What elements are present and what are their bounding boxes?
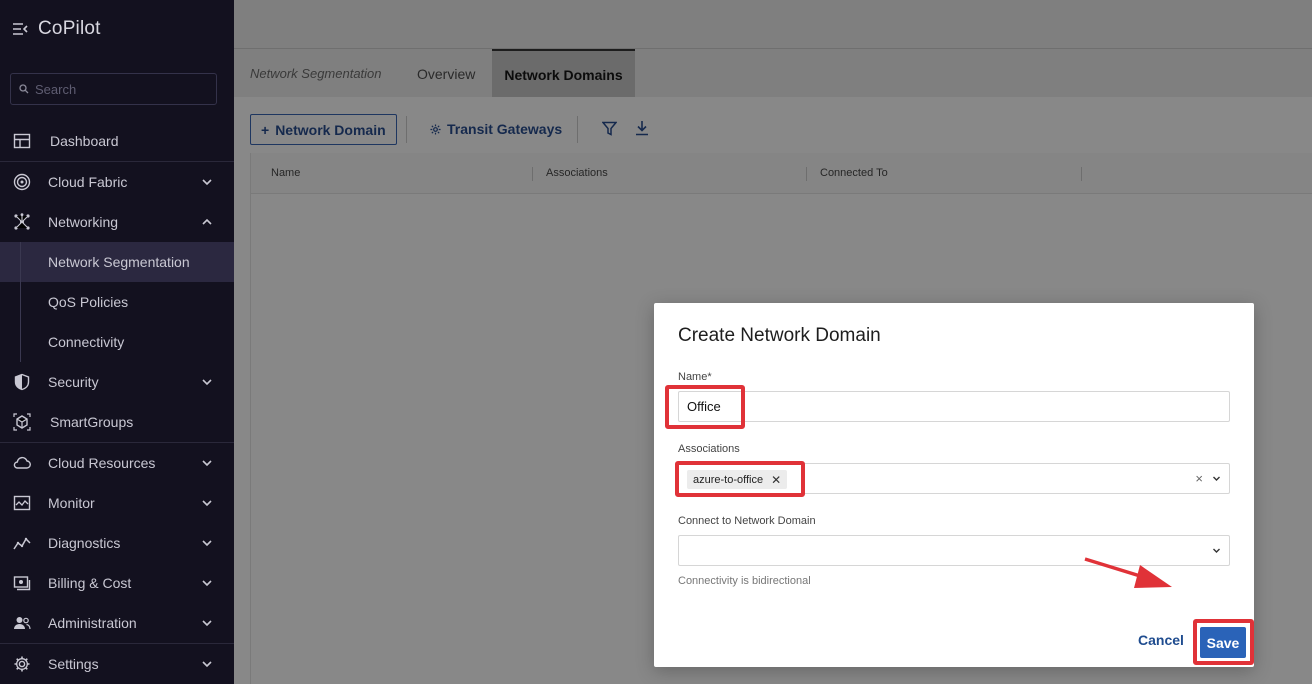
chevron-down-icon[interactable] [1212,474,1221,483]
highlight-save-button [1193,619,1254,665]
sidebar-item-connectivity[interactable]: Connectivity [0,322,234,362]
chevron-down-icon [202,540,212,547]
add-network-domain-label: Network Domain [275,121,386,138]
shield-icon [14,373,30,391]
column-header-connected-to[interactable]: Connected To [820,167,888,179]
sidebar-item-cloud-resources[interactable]: Cloud Resources [0,443,234,483]
tab-bar: Network Segmentation Overview Network Do… [234,48,1312,98]
sidebar-item-administration[interactable]: Administration [0,603,234,643]
sidebar-item-security[interactable]: Security [0,362,234,402]
sidebar-item-qos-policies[interactable]: QoS Policies [0,282,234,322]
sidebar-item-label: Cloud Fabric [48,174,128,190]
billing-icon [13,576,31,591]
search-input[interactable] [35,81,205,97]
sidebar-item-settings[interactable]: Settings [0,644,234,684]
sidebar-item-label: Network Segmentation [48,254,190,270]
sidebar: CoPilot Dashboard Cloud Fabric Networkin… [0,0,234,684]
sidebar-item-label: QoS Policies [48,294,129,310]
sidebar-item-smartgroups[interactable]: SmartGroups [0,402,234,442]
sidebar-item-dashboard[interactable]: Dashboard [0,121,234,161]
gear-icon [430,123,441,135]
submenu-guide-line [20,242,21,362]
chevron-down-icon [202,661,212,668]
column-separator[interactable] [1081,167,1082,181]
associations-label: Associations [678,443,740,455]
sidebar-item-label: Networking [48,214,119,230]
sidebar-item-label: Cloud Resources [48,455,156,471]
chevron-down-icon[interactable] [1212,546,1221,555]
tab-overview[interactable]: Overview [417,49,475,98]
download-icon[interactable] [635,120,649,136]
column-separator[interactable] [532,167,533,181]
chevron-down-icon [202,580,212,587]
dialog-title: Create Network Domain [678,325,881,346]
chevron-down-icon [202,179,212,186]
chevron-down-icon [202,500,212,507]
search-icon [19,84,29,94]
column-separator[interactable] [806,167,807,181]
sidebar-item-label: Dashboard [50,133,119,149]
cloud-fabric-icon [13,173,31,191]
breadcrumb[interactable]: Network Segmentation [250,49,382,98]
gear-icon [14,656,30,672]
toolbar-divider [577,116,578,143]
clear-icon[interactable]: × [1195,471,1203,486]
arrow-pointer-icon [1084,557,1172,588]
sidebar-item-label: Administration [48,615,137,631]
dashboard-icon [13,133,31,149]
column-header-associations[interactable]: Associations [546,167,608,179]
column-header-name[interactable]: Name [271,167,300,179]
users-icon [14,617,31,630]
app-title: CoPilot [38,18,101,39]
sidebar-item-label: Diagnostics [48,535,121,551]
search-box[interactable] [10,73,217,105]
toolbar-divider [406,116,407,143]
sidebar-item-label: Billing & Cost [48,575,132,591]
helper-text: Connectivity is bidirectional [678,575,811,587]
monitor-icon [13,495,31,511]
filter-icon[interactable] [602,121,617,136]
sidebar-item-diagnostics[interactable]: Diagnostics [0,523,234,563]
chevron-down-icon [202,379,212,386]
highlight-association-chip [675,461,805,497]
sidebar-item-cloud-fabric[interactable]: Cloud Fabric [0,162,234,202]
name-label-text: Name [678,371,708,383]
brand: CoPilot [12,18,101,40]
menu-collapse-icon[interactable] [12,22,28,36]
name-field[interactable] [678,391,1230,422]
required-marker: * [707,371,712,383]
chevron-down-icon [202,620,212,627]
sidebar-item-networking[interactable]: Networking [0,202,234,242]
sidebar-item-billing-cost[interactable]: Billing & Cost [0,563,234,603]
diagnostics-icon [13,537,31,550]
sidebar-item-label: SmartGroups [50,414,134,430]
cancel-button[interactable]: Cancel [1138,632,1184,648]
top-bar [234,0,1312,48]
sidebar-item-label: Connectivity [48,334,125,350]
networking-icon [14,213,30,230]
smartgroups-icon [13,413,31,431]
connect-label: Connect to Network Domain [678,515,816,527]
chevron-up-icon [202,218,212,225]
chevron-down-icon [202,460,212,467]
transit-gateways-button[interactable]: Transit Gateways [430,121,562,137]
sidebar-item-label: Settings [48,656,99,672]
name-label: Name* [678,371,712,383]
add-network-domain-button[interactable]: + Network Domain [250,114,397,145]
sidebar-item-monitor[interactable]: Monitor [0,483,234,523]
plus-icon: + [261,121,270,138]
sidebar-item-label: Monitor [48,495,95,511]
tab-network-domains[interactable]: Network Domains [492,49,635,98]
table-header: Name Associations Connected To [251,153,1312,194]
transit-gateways-label: Transit Gateways [447,121,563,137]
cloud-icon [13,456,31,469]
sidebar-item-label: Security [48,374,99,390]
sidebar-item-network-segmentation[interactable]: Network Segmentation [0,242,234,282]
highlight-name-field [665,385,745,429]
